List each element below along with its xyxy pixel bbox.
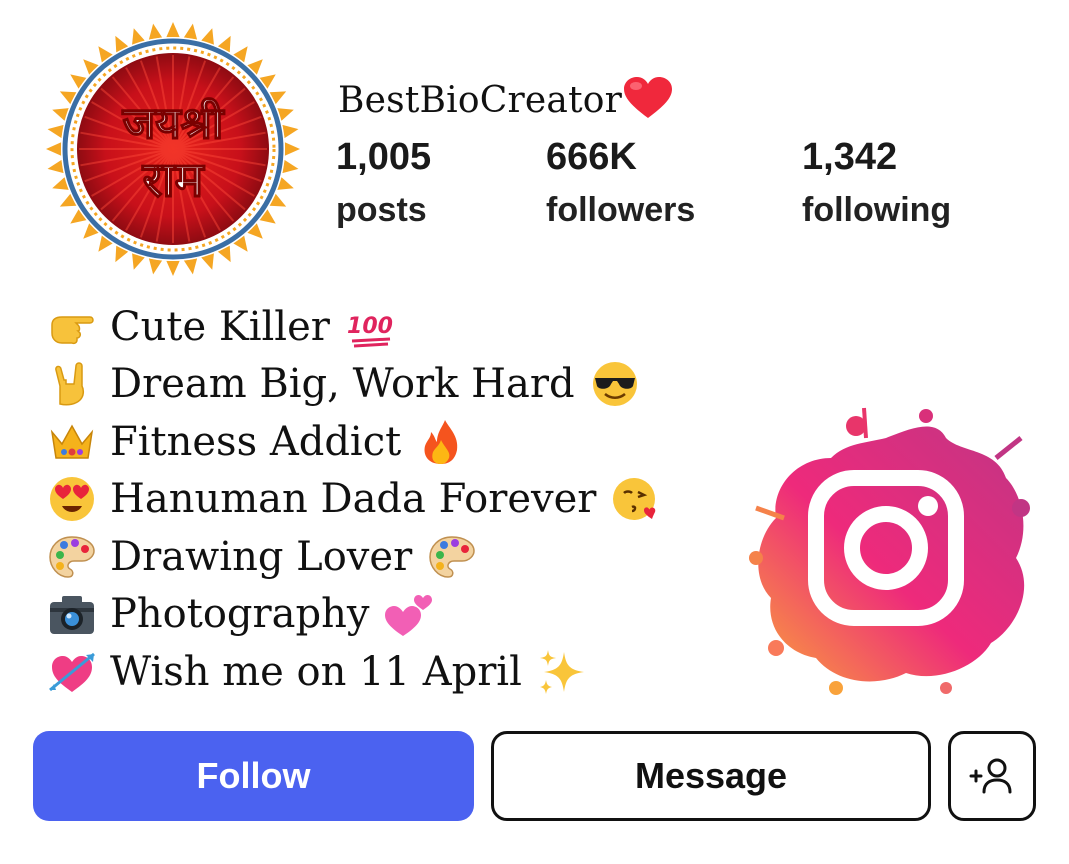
- message-button[interactable]: Message: [491, 731, 931, 821]
- stat-followers[interactable]: 666K followers: [546, 136, 695, 230]
- bio-line: Cute Killer 100: [48, 298, 664, 356]
- stat-posts[interactable]: 1,005 posts: [336, 136, 431, 230]
- followers-count: 666K: [546, 136, 637, 178]
- bio-text: Photography: [110, 591, 370, 638]
- bio-text: Fitness Addict: [110, 418, 402, 465]
- bio-text: Drawing Lover: [110, 533, 413, 580]
- followers-label: followers: [546, 191, 696, 229]
- bio-text: Hanuman Dada Forever: [110, 476, 597, 523]
- posts-label: posts: [336, 191, 427, 229]
- avatar-text-line1: जयश्री: [122, 97, 225, 149]
- sunglasses-face-icon: [591, 360, 643, 408]
- palette-icon: [428, 533, 480, 581]
- bio: Cute Killer 100 Dream Big, Work Hard Fit…: [48, 298, 664, 701]
- bio-line: Drawing Lover: [48, 528, 664, 586]
- stat-following[interactable]: 1,342 following: [802, 136, 951, 230]
- crown-icon: [48, 418, 110, 466]
- posts-count: 1,005: [336, 136, 432, 178]
- bio-line: Fitness Addict: [48, 413, 664, 471]
- sparkles-icon: [538, 648, 590, 696]
- following-label: following: [802, 191, 952, 229]
- bio-text: Dream Big, Work Hard: [110, 361, 575, 408]
- instagram-icon: [749, 407, 1030, 695]
- bio-line: Wish me on 11 April: [48, 643, 664, 701]
- add-user-button[interactable]: [948, 731, 1036, 821]
- username-text: BestBioCreator: [338, 80, 623, 121]
- bio-line: Hanuman Dada Forever: [48, 471, 664, 529]
- bio-text: Wish me on 11 April: [110, 648, 522, 695]
- palette-icon: [48, 533, 110, 581]
- hundred-points-icon: 100: [346, 303, 398, 351]
- following-count: 1,342: [802, 136, 898, 178]
- bio-line: Photography: [48, 586, 664, 644]
- fire-icon: [417, 418, 469, 466]
- two-hearts-icon: [385, 590, 437, 638]
- svg-text:100: 100: [347, 314, 393, 339]
- bio-text: Cute Killer: [110, 303, 330, 350]
- heart-arrow-icon: [48, 648, 110, 696]
- pointing-hand-icon: [48, 303, 110, 351]
- follow-button[interactable]: Follow: [33, 731, 474, 821]
- rock-hand-icon: [48, 360, 110, 408]
- username: BestBioCreator: [338, 76, 674, 121]
- red-heart-icon: [622, 76, 674, 120]
- avatar-text-line2: राम: [142, 152, 206, 208]
- add-user-icon: [969, 758, 1012, 794]
- bio-line: Dream Big, Work Hard: [48, 356, 664, 414]
- instagram-logo: [736, 398, 1036, 698]
- avatar-jai-shri-ram: जयश्री राम: [46, 22, 300, 276]
- profile-avatar[interactable]: जयश्री राम: [44, 20, 302, 278]
- kissing-face-icon: [612, 475, 664, 523]
- heart-eyes-face-icon: [48, 475, 110, 523]
- camera-icon: [48, 590, 110, 638]
